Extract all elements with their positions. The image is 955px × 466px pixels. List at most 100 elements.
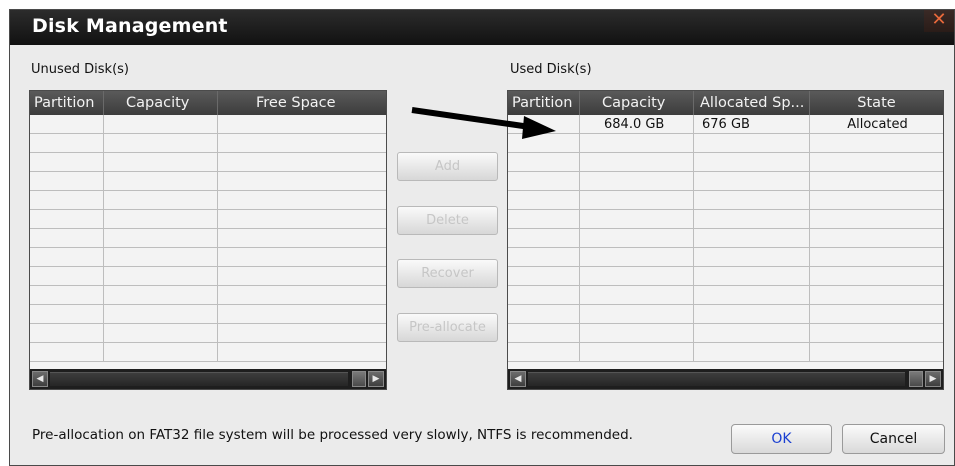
cancel-button[interactable]: Cancel <box>842 424 945 454</box>
table-cell <box>694 324 810 343</box>
table-row[interactable] <box>30 153 386 172</box>
unused-col-free-space[interactable]: Free Space <box>218 91 386 115</box>
table-cell <box>580 153 694 172</box>
table-row[interactable] <box>30 134 386 153</box>
table-cell <box>694 343 810 362</box>
table-row[interactable] <box>508 210 943 229</box>
table-row[interactable] <box>508 153 943 172</box>
table-row[interactable]: 684.0 GB 676 GB Allocated <box>508 115 943 134</box>
table-cell <box>508 210 580 229</box>
table-cell <box>30 343 104 362</box>
table-cell <box>218 267 386 286</box>
table-cell <box>508 324 580 343</box>
table-cell <box>218 305 386 324</box>
scroll-right-icon[interactable]: ▶ <box>368 371 384 387</box>
delete-button[interactable]: Delete <box>397 206 498 235</box>
table-cell <box>30 172 104 191</box>
table-row[interactable] <box>508 324 943 343</box>
table-cell <box>30 267 104 286</box>
table-cell <box>694 191 810 210</box>
table-row[interactable] <box>508 134 943 153</box>
unused-horizontal-scrollbar[interactable]: ◀ ▶ <box>30 369 386 389</box>
table-row[interactable] <box>30 286 386 305</box>
ok-button[interactable]: OK <box>731 424 832 454</box>
table-cell <box>810 305 943 324</box>
table-cell <box>104 343 218 362</box>
preallocate-button[interactable]: Pre-allocate <box>397 313 498 342</box>
table-row[interactable] <box>508 343 943 362</box>
unused-col-partition[interactable]: Partition <box>30 91 104 115</box>
table-cell <box>508 229 580 248</box>
scroll-thumb[interactable] <box>909 371 923 387</box>
unused-col-capacity[interactable]: Capacity <box>104 91 218 115</box>
table-cell <box>30 191 104 210</box>
table-cell <box>218 229 386 248</box>
table-cell: 676 GB <box>694 115 810 134</box>
table-cell <box>508 267 580 286</box>
close-icon: ✕ <box>931 9 947 30</box>
used-col-capacity[interactable]: Capacity <box>580 91 694 115</box>
table-cell <box>104 153 218 172</box>
table-row[interactable] <box>508 305 943 324</box>
table-row[interactable] <box>30 343 386 362</box>
table-cell <box>104 210 218 229</box>
table-cell <box>30 286 104 305</box>
add-button[interactable]: Add <box>397 152 498 181</box>
unused-table-body[interactable] <box>30 115 386 369</box>
table-cell <box>218 343 386 362</box>
table-row[interactable] <box>508 286 943 305</box>
table-cell <box>694 172 810 191</box>
table-row[interactable] <box>30 248 386 267</box>
table-row[interactable] <box>30 324 386 343</box>
table-cell <box>30 134 104 153</box>
scroll-thumb[interactable] <box>352 371 366 387</box>
table-row[interactable] <box>30 210 386 229</box>
table-row[interactable] <box>30 191 386 210</box>
table-cell <box>104 191 218 210</box>
table-cell <box>694 229 810 248</box>
table-cell <box>810 324 943 343</box>
used-col-partition[interactable]: Partition <box>508 91 580 115</box>
recover-button[interactable]: Recover <box>397 259 498 288</box>
unused-disks-table[interactable]: Partition Capacity Free Space ◀ ▶ <box>29 90 387 390</box>
table-row[interactable] <box>30 172 386 191</box>
used-col-allocated[interactable]: Allocated Sp... <box>694 91 810 115</box>
table-cell <box>104 172 218 191</box>
table-row[interactable] <box>508 248 943 267</box>
used-horizontal-scrollbar[interactable]: ◀ ▶ <box>508 369 943 389</box>
table-row[interactable] <box>30 267 386 286</box>
table-row[interactable] <box>508 191 943 210</box>
table-cell <box>580 286 694 305</box>
table-row[interactable] <box>30 305 386 324</box>
used-col-state[interactable]: State <box>810 91 943 115</box>
table-cell <box>104 286 218 305</box>
table-cell <box>580 191 694 210</box>
table-row[interactable] <box>508 267 943 286</box>
table-cell <box>508 305 580 324</box>
close-button[interactable]: ✕ <box>924 10 954 32</box>
table-cell <box>30 229 104 248</box>
table-row[interactable] <box>508 172 943 191</box>
scroll-left-icon[interactable]: ◀ <box>510 371 526 387</box>
scroll-track[interactable] <box>50 372 348 386</box>
table-row[interactable] <box>30 115 386 134</box>
used-disks-table[interactable]: Partition Capacity Allocated Sp... State… <box>507 90 944 390</box>
scroll-track[interactable] <box>528 372 905 386</box>
table-cell <box>580 267 694 286</box>
table-cell <box>508 153 580 172</box>
table-cell <box>508 134 580 153</box>
table-row[interactable] <box>30 229 386 248</box>
table-cell <box>580 305 694 324</box>
table-cell <box>694 248 810 267</box>
table-cell <box>508 248 580 267</box>
table-row[interactable] <box>508 229 943 248</box>
used-disks-label: Used Disk(s) <box>510 62 592 77</box>
scroll-right-icon[interactable]: ▶ <box>925 371 941 387</box>
used-table-body[interactable]: 684.0 GB 676 GB Allocated <box>508 115 943 369</box>
footer-note: Pre-allocation on FAT32 file system will… <box>32 427 633 443</box>
title-bar[interactable]: Disk Management ✕ <box>10 10 954 45</box>
unused-table-header: Partition Capacity Free Space <box>30 91 386 115</box>
scroll-left-icon[interactable]: ◀ <box>32 371 48 387</box>
table-cell <box>218 210 386 229</box>
table-cell <box>694 153 810 172</box>
